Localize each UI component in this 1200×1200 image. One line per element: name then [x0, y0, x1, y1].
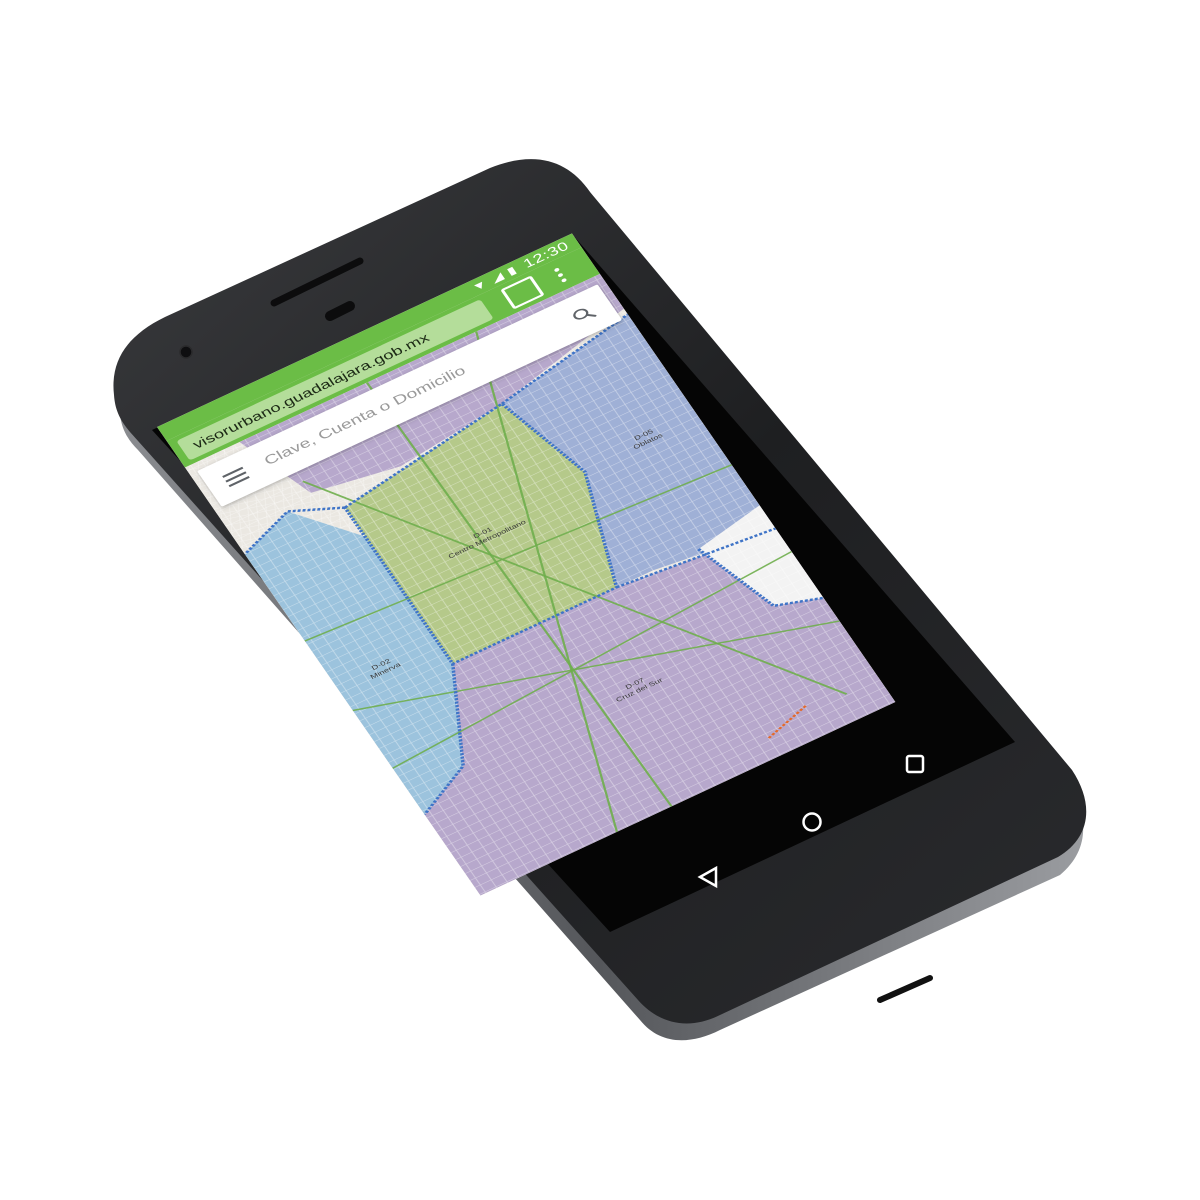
product-photo: ▼ ◢ ▮ 12:30 visorurbano.guadalajara.gob.… — [0, 0, 1200, 1200]
overflow-dot — [560, 277, 567, 283]
overflow-dot — [552, 267, 560, 273]
signal-icon: ◢ — [488, 270, 506, 285]
overflow-dot — [556, 272, 564, 278]
overflow-menu-icon[interactable] — [546, 262, 574, 288]
search-icon-glyph — [573, 308, 597, 320]
battery-icon: ▮ — [504, 264, 519, 278]
